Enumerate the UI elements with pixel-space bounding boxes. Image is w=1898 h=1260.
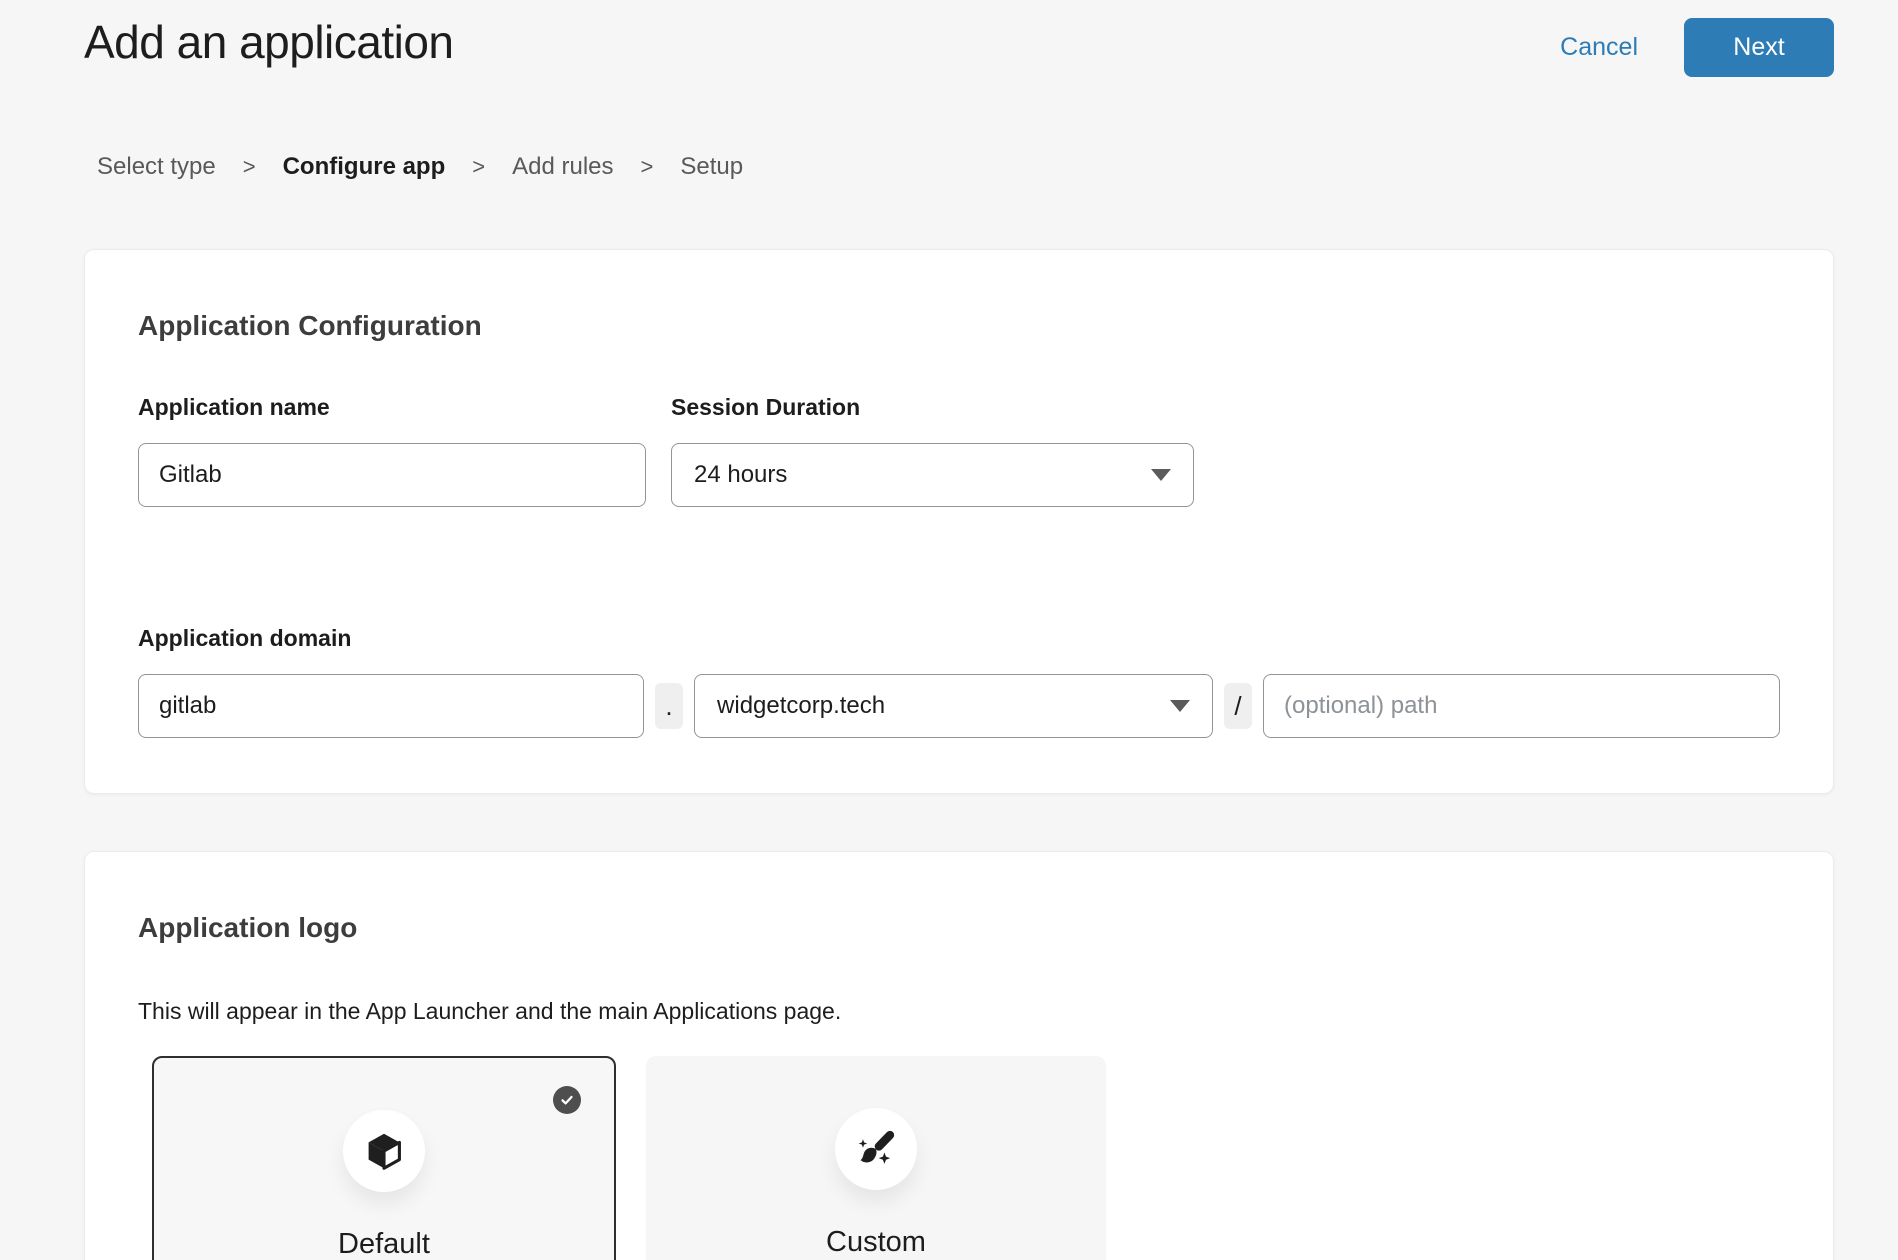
chevron-down-icon (1170, 700, 1190, 712)
breadcrumb-step-setup[interactable]: Setup (680, 153, 743, 181)
application-logo-card: Application logo This will appear in the… (84, 851, 1834, 1260)
path-input[interactable] (1263, 674, 1780, 738)
page-header: Add an application Cancel Next (0, 0, 1898, 77)
application-logo-heading: Application logo (138, 852, 1780, 944)
application-name-label: Application name (138, 394, 646, 421)
cancel-button[interactable]: Cancel (1560, 33, 1638, 62)
session-duration-select[interactable]: 24 hours (671, 443, 1194, 507)
domain-select[interactable]: widgetcorp.tech (694, 674, 1213, 738)
check-icon (558, 1091, 576, 1109)
application-name-input[interactable] (138, 443, 646, 507)
logo-option-custom[interactable]: Custom (646, 1056, 1106, 1260)
logo-option-default[interactable]: Default (152, 1056, 616, 1260)
application-logo-description: This will appear in the App Launcher and… (138, 998, 1780, 1025)
breadcrumb-step-configure-app[interactable]: Configure app (283, 153, 446, 181)
breadcrumb: Select type > Configure app > Add rules … (97, 153, 1898, 181)
dot-separator: . (655, 683, 683, 729)
application-configuration-card: Application Configuration Application na… (84, 249, 1834, 794)
custom-logo-circle (835, 1108, 917, 1190)
custom-logo-label: Custom (826, 1226, 926, 1259)
breadcrumb-separator: > (243, 154, 256, 180)
subdomain-input[interactable] (138, 674, 644, 738)
logo-option-tiles: Default Custom (152, 1056, 1780, 1260)
application-domain-label: Application domain (138, 625, 1780, 652)
cube-icon (362, 1129, 406, 1173)
session-duration-field-group: Session Duration 24 hours (671, 394, 1194, 507)
slash-separator: / (1224, 683, 1252, 729)
default-logo-label: Default (338, 1228, 430, 1260)
page-title: Add an application (84, 14, 454, 72)
default-logo-circle (343, 1110, 425, 1192)
breadcrumb-step-select-type[interactable]: Select type (97, 153, 216, 181)
breadcrumb-separator: > (641, 154, 654, 180)
application-configuration-heading: Application Configuration (138, 250, 1780, 342)
selected-check-badge (553, 1086, 581, 1114)
application-domain-row: . widgetcorp.tech / (138, 674, 1780, 738)
breadcrumb-step-add-rules[interactable]: Add rules (512, 153, 613, 181)
paintbrush-icon (854, 1127, 898, 1171)
breadcrumb-separator: > (472, 154, 485, 180)
header-actions: Cancel Next (1560, 18, 1834, 77)
application-name-field-group: Application name (138, 394, 646, 507)
chevron-down-icon (1151, 469, 1171, 481)
session-duration-value: 24 hours (694, 461, 787, 489)
domain-select-value: widgetcorp.tech (717, 692, 885, 720)
next-button[interactable]: Next (1684, 18, 1834, 77)
session-duration-label: Session Duration (671, 394, 1194, 421)
